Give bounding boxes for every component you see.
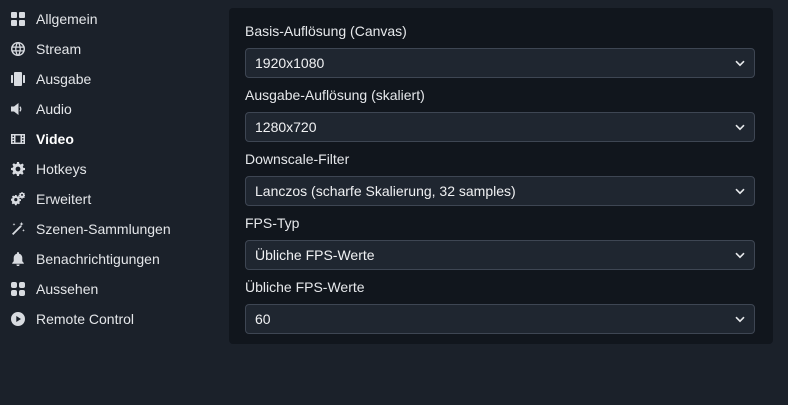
select-value: 1920x1080 — [255, 55, 325, 71]
fps-type-select[interactable]: Übliche FPS-Werte — [245, 240, 755, 270]
output-resolution-select[interactable]: 1280x720 — [245, 112, 755, 142]
sidebar-item-label: Video — [36, 131, 74, 147]
base-resolution-select[interactable]: 1920x1080 — [245, 48, 755, 78]
chevron-down-icon — [735, 58, 745, 68]
sidebar-item-label: Aussehen — [36, 281, 99, 297]
globe-icon — [11, 42, 25, 56]
palette-icon — [11, 282, 25, 296]
sidebar-item-remote-control[interactable]: Remote Control — [0, 304, 222, 334]
field-label-base-resolution: Basis-Auflösung (Canvas) — [245, 23, 407, 39]
film-icon — [11, 132, 25, 146]
select-value: 1280x720 — [255, 119, 317, 135]
bell-icon — [11, 252, 25, 266]
chevron-down-icon — [735, 314, 745, 324]
field-label-downscale-filter: Downscale-Filter — [245, 151, 350, 167]
select-value: 60 — [255, 311, 271, 327]
settings-sidebar: Allgemein Stream Ausgabe Audio Video Hot… — [0, 4, 222, 334]
sidebar-item-video[interactable]: Video — [0, 124, 222, 154]
field-label-fps-type: FPS-Typ — [245, 215, 300, 231]
sidebar-item-allgemein[interactable]: Allgemein — [0, 4, 222, 34]
field-label-output-resolution: Ausgabe-Auflösung (skaliert) — [245, 87, 425, 103]
gear-icon — [11, 162, 25, 176]
play-circle-icon — [11, 312, 25, 326]
speaker-icon — [11, 102, 25, 116]
sidebar-item-aussehen[interactable]: Aussehen — [0, 274, 222, 304]
select-value: Lanczos (scharfe Skalierung, 32 samples) — [255, 183, 516, 199]
sidebar-item-label: Hotkeys — [36, 161, 87, 177]
sidebar-item-label: Benachrichtigungen — [36, 251, 160, 267]
downscale-filter-select[interactable]: Lanczos (scharfe Skalierung, 32 samples) — [245, 176, 755, 206]
sidebar-item-label: Szenen-Sammlungen — [36, 221, 171, 237]
sidebar-item-label: Allgemein — [36, 11, 98, 27]
sidebar-item-stream[interactable]: Stream — [0, 34, 222, 64]
gears-icon — [11, 192, 25, 206]
sidebar-item-erweitert[interactable]: Erweitert — [0, 184, 222, 214]
video-settings-panel: Basis-Auflösung (Canvas) 1920x1080 Ausga… — [229, 8, 773, 344]
chevron-down-icon — [735, 186, 745, 196]
common-fps-select[interactable]: 60 — [245, 304, 755, 334]
sidebar-item-label: Erweitert — [36, 191, 92, 207]
sidebar-item-audio[interactable]: Audio — [0, 94, 222, 124]
sidebar-item-benachrichtigungen[interactable]: Benachrichtigungen — [0, 244, 222, 274]
output-icon — [11, 72, 25, 86]
select-value: Übliche FPS-Werte — [255, 247, 375, 263]
sidebar-item-hotkeys[interactable]: Hotkeys — [0, 154, 222, 184]
sidebar-item-szenen-sammlungen[interactable]: Szenen-Sammlungen — [0, 214, 222, 244]
field-label-common-fps: Übliche FPS-Werte — [245, 279, 365, 295]
grid-icon — [11, 12, 25, 26]
sidebar-item-ausgabe[interactable]: Ausgabe — [0, 64, 222, 94]
sidebar-item-label: Remote Control — [36, 311, 135, 327]
settings-window: Allgemein Stream Ausgabe Audio Video Hot… — [0, 0, 788, 405]
sidebar-item-label: Ausgabe — [36, 71, 92, 87]
sidebar-item-label: Stream — [36, 41, 82, 57]
chevron-down-icon — [735, 250, 745, 260]
chevron-down-icon — [735, 122, 745, 132]
wand-icon — [11, 222, 25, 236]
sidebar-item-label: Audio — [36, 101, 72, 117]
